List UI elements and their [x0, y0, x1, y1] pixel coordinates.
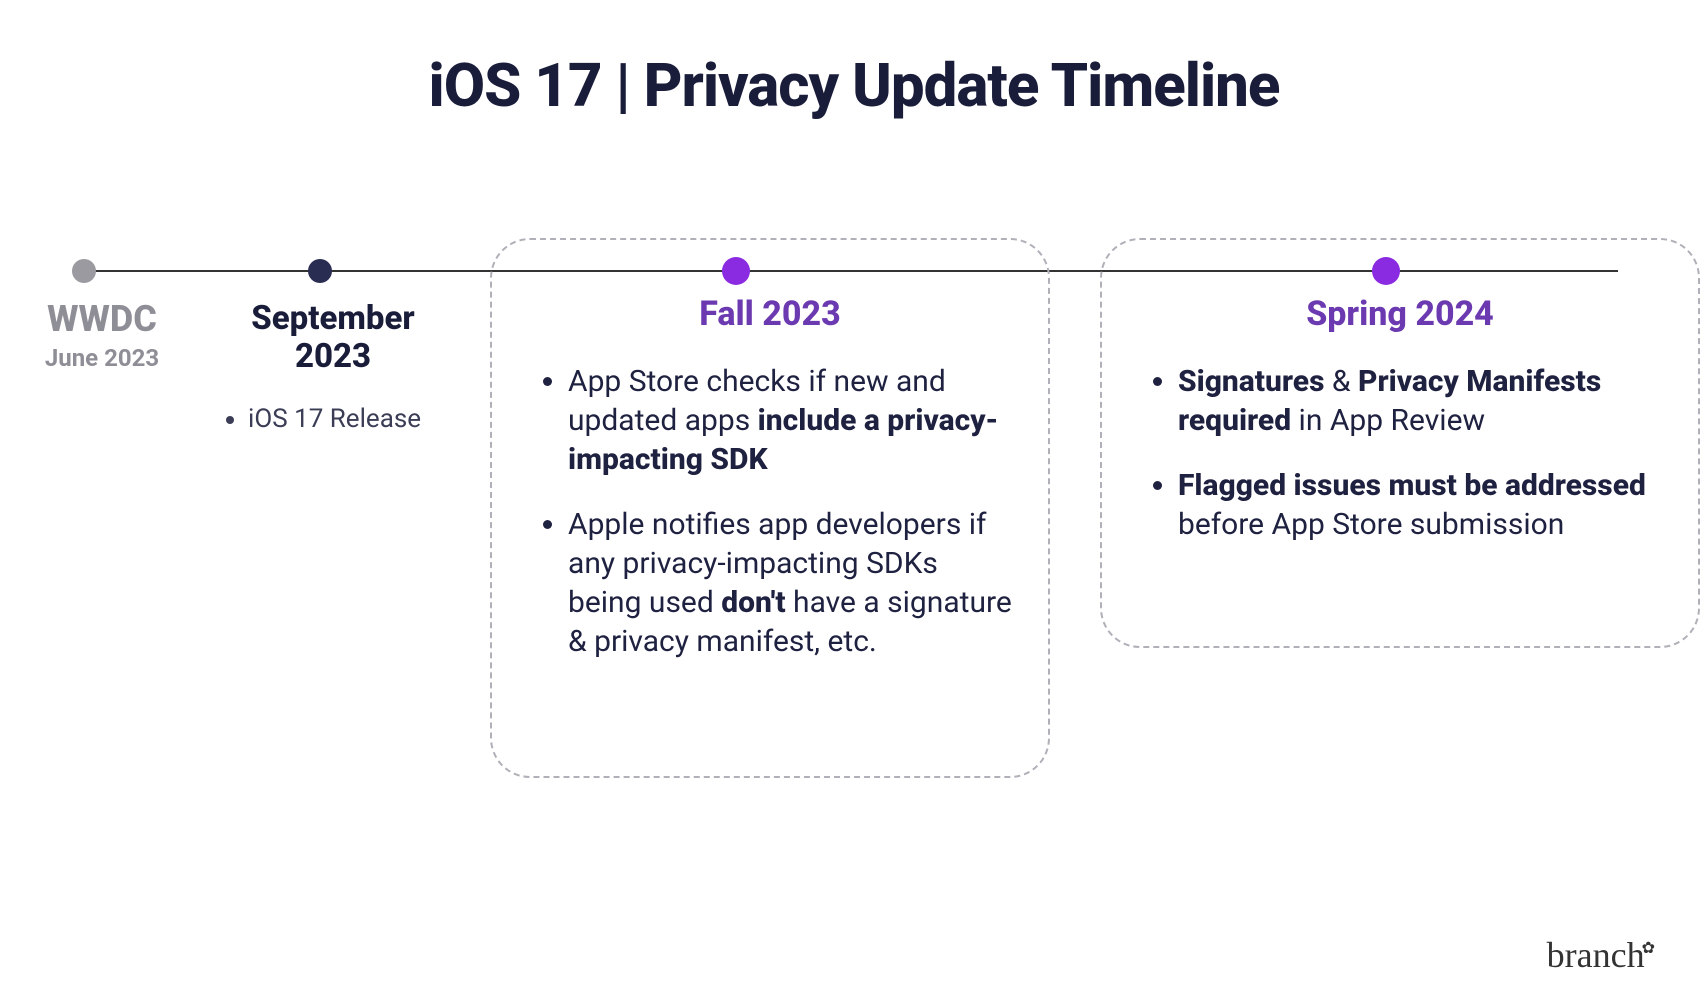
page-title: iOS 17 | Privacy Update Timeline: [0, 50, 1708, 121]
list-item: iOS 17 Release: [248, 404, 448, 434]
text-bold: don't: [721, 585, 785, 620]
wwdc-heading: WWDC: [22, 300, 182, 340]
spring-bullets: Signatures & Privacy Manifests required …: [1138, 362, 1662, 544]
fall-heading: Fall 2023: [528, 294, 1012, 334]
list-item: Apple notifies app developers if any pri…: [568, 505, 1012, 661]
text-bold: Signatures: [1178, 364, 1324, 399]
text: &: [1324, 364, 1358, 399]
list-item: App Store checks if new and updated apps…: [568, 362, 1012, 479]
branch-logo: branch✿: [1547, 934, 1658, 976]
fall-bullets: App Store checks if new and updated apps…: [528, 362, 1012, 661]
spring-heading: Spring 2024: [1138, 294, 1662, 334]
timeline-dot-sept: [308, 259, 332, 283]
list-item: Signatures & Privacy Manifests required …: [1178, 362, 1662, 440]
logo-text: branch: [1547, 935, 1645, 975]
sept-bullets: iOS 17 Release: [218, 404, 448, 434]
list-item: Flagged issues must be addressed before …: [1178, 466, 1662, 544]
timeline-dot-wwdc: [72, 259, 96, 283]
text: before App Store submission: [1178, 507, 1564, 542]
event-fall-card: Fall 2023 App Store checks if new and up…: [490, 238, 1050, 778]
event-wwdc: WWDC June 2023: [22, 300, 182, 372]
sept-heading: September 2023: [218, 300, 448, 376]
event-sept: September 2023 iOS 17 Release: [218, 300, 448, 434]
event-spring-card: Spring 2024 Signatures & Privacy Manifes…: [1100, 238, 1700, 648]
text: in App Review: [1291, 403, 1485, 438]
text-bold: Flagged issues must be addressed: [1178, 468, 1646, 503]
wwdc-subheading: June 2023: [22, 344, 182, 372]
